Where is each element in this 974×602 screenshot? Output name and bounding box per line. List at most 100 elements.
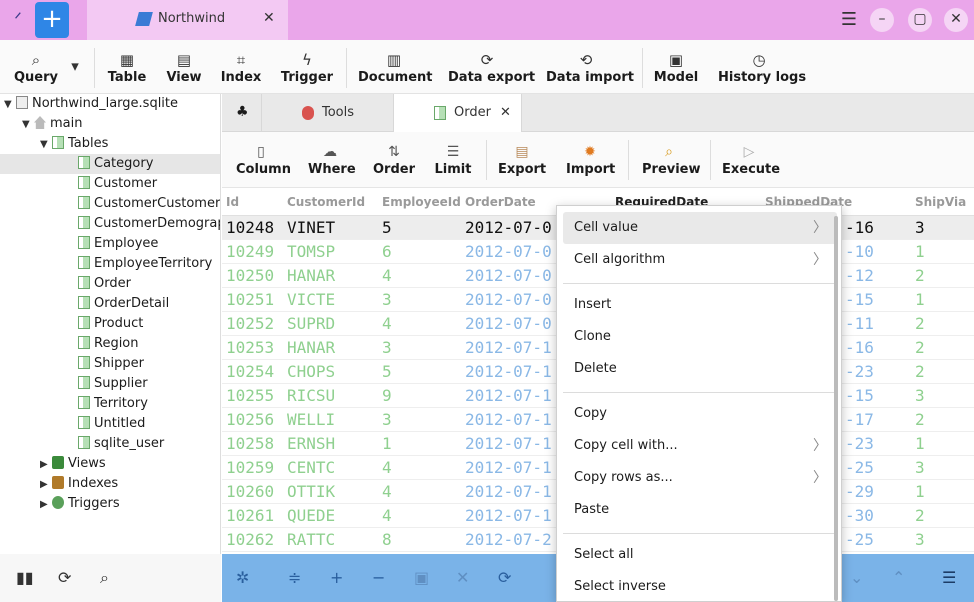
table-cell[interactable]: 4 xyxy=(382,458,392,477)
table-cell[interactable]: 3 xyxy=(382,410,392,429)
table-cell[interactable]: -25 xyxy=(845,458,874,477)
tree-node-table[interactable]: Shipper xyxy=(0,354,220,374)
stats-icon[interactable]: ▮▮ xyxy=(16,568,34,587)
table-cell[interactable]: CENTC xyxy=(287,458,335,477)
table-cell[interactable]: 2012-07-1 xyxy=(465,434,552,453)
trigger-button[interactable]: ϟ Trigger xyxy=(280,40,334,94)
table-cell[interactable]: -23 xyxy=(845,434,874,453)
table-cell[interactable]: 10262 xyxy=(226,530,274,549)
menu-item-cell-algorithm[interactable]: Cell algorithm 〉 xyxy=(563,244,837,276)
table-cell[interactable]: 3 xyxy=(382,290,392,309)
table-cell[interactable]: 2012-07-1 xyxy=(465,362,552,381)
table-cell[interactable]: 10256 xyxy=(226,410,274,429)
table-cell[interactable]: 5 xyxy=(382,218,392,237)
table-cell[interactable]: QUEDE xyxy=(287,506,335,525)
table-cell[interactable]: 2012-07-1 xyxy=(465,482,552,501)
tree-node-table[interactable]: Order xyxy=(0,274,220,294)
table-cell[interactable]: 2012-07-2 xyxy=(465,530,552,549)
refresh-icon[interactable]: ⟳ xyxy=(498,568,511,587)
data-import-button[interactable]: ⟲ Data import xyxy=(546,40,634,94)
table-cell[interactable]: -15 xyxy=(845,290,874,309)
table-cell[interactable]: 3 xyxy=(915,530,925,549)
menu-item-clone[interactable]: Clone xyxy=(563,321,837,353)
query-dropdown-button[interactable]: ▾ xyxy=(64,40,86,94)
table-cell[interactable]: 2 xyxy=(915,362,925,381)
table-button[interactable]: ▦ Table xyxy=(104,40,150,94)
table-cell[interactable]: 10253 xyxy=(226,338,274,357)
table-cell[interactable]: 2012-07-0 xyxy=(465,290,552,309)
tree-node-table[interactable]: Region xyxy=(0,334,220,354)
history-logs-button[interactable]: ◷ History logs xyxy=(718,40,806,94)
refresh-icon[interactable]: ⟳ xyxy=(58,568,71,587)
table-cell[interactable]: -29 xyxy=(845,482,874,501)
tree-node-table[interactable]: Category xyxy=(0,154,220,174)
tree-node-schema[interactable]: ▼ main xyxy=(22,114,82,134)
table-cell[interactable]: 2012-07-1 xyxy=(465,506,552,525)
table-cell[interactable]: 2012-07-0 xyxy=(465,314,552,333)
search-icon[interactable]: ⌕ xyxy=(100,568,109,588)
table-cell[interactable]: 2012-07-1 xyxy=(465,458,552,477)
data-export-button[interactable]: ⟳ Data export xyxy=(448,40,535,94)
chevron-up-icon[interactable]: ⌃ xyxy=(892,568,905,587)
menu-item-cell-value[interactable]: Cell value 〉 xyxy=(563,212,837,244)
column-header[interactable]: EmployeeId xyxy=(382,195,461,209)
table-cell[interactable]: 1 xyxy=(915,290,925,309)
table-cell[interactable]: -16 xyxy=(845,218,874,237)
expand-arrow-icon[interactable]: ▶ xyxy=(40,455,52,475)
tree-node-triggers[interactable]: ▶ Triggers xyxy=(40,494,120,514)
table-cell[interactable]: 10249 xyxy=(226,242,274,261)
table-cell[interactable]: ERNSH xyxy=(287,434,335,453)
table-cell[interactable]: TOMSP xyxy=(287,242,335,261)
model-button[interactable]: ▣ Model xyxy=(652,40,700,94)
table-cell[interactable]: 2012-07-0 xyxy=(465,242,552,261)
import-button[interactable]: ✹ Import xyxy=(566,132,615,188)
table-cell[interactable]: 6 xyxy=(382,242,392,261)
order-button[interactable]: ⇅ Order xyxy=(372,132,416,188)
remove-row-icon[interactable]: − xyxy=(372,568,385,587)
table-cell[interactable]: 2012-07-1 xyxy=(465,338,552,357)
table-cell[interactable]: RATTC xyxy=(287,530,335,549)
table-cell[interactable]: 2012-07-0 xyxy=(465,266,552,285)
table-cell[interactable]: 4 xyxy=(382,482,392,501)
table-cell[interactable]: -17 xyxy=(845,410,874,429)
table-cell[interactable]: VICTE xyxy=(287,290,335,309)
table-cell[interactable]: 2 xyxy=(915,266,925,285)
menu-icon[interactable]: ☰ xyxy=(942,568,956,587)
tab-order[interactable]: Order ✕ xyxy=(394,94,522,132)
tree-node-database[interactable]: ▼ Northwind_large.sqlite xyxy=(4,94,178,114)
table-cell[interactable]: 2 xyxy=(915,338,925,357)
table-cell[interactable]: 1 xyxy=(382,434,392,453)
expand-arrow-icon[interactable]: ▶ xyxy=(40,475,52,495)
window-tab-northwind[interactable]: Northwind ✕ xyxy=(87,0,288,40)
tree-node-tables[interactable]: ▼ Tables xyxy=(40,134,108,154)
tree-node-table[interactable]: sqlite_user xyxy=(0,434,220,454)
table-cell[interactable]: OTTIK xyxy=(287,482,335,501)
table-cell[interactable]: -10 xyxy=(845,242,874,261)
table-cell[interactable]: 4 xyxy=(382,506,392,525)
table-cell[interactable]: -12 xyxy=(845,266,874,285)
table-cell[interactable]: 2012-07-0 xyxy=(465,218,552,237)
table-cell[interactable]: 3 xyxy=(915,218,925,237)
discard-icon[interactable]: ✕ xyxy=(456,568,469,587)
expand-arrow-icon[interactable]: ▶ xyxy=(40,495,52,515)
table-cell[interactable]: -16 xyxy=(845,338,874,357)
table-cell[interactable]: -15 xyxy=(845,386,874,405)
menu-item-select-all[interactable]: Select all xyxy=(563,539,837,571)
table-cell[interactable]: 5 xyxy=(382,362,392,381)
table-cell[interactable]: HANAR xyxy=(287,338,335,357)
table-cell[interactable]: 10260 xyxy=(226,482,274,501)
column-header[interactable]: OrderDate xyxy=(465,195,536,209)
menu-item-select-inverse[interactable]: Select inverse xyxy=(563,571,837,602)
tree-node-indexes[interactable]: ▶ Indexes xyxy=(40,474,118,494)
table-cell[interactable]: 3 xyxy=(915,386,925,405)
table-cell[interactable]: 10259 xyxy=(226,458,274,477)
table-cell[interactable]: VINET xyxy=(287,218,335,237)
table-cell[interactable]: CHOPS xyxy=(287,362,335,381)
table-cell[interactable]: 2012-07-1 xyxy=(465,386,552,405)
table-cell[interactable]: 10252 xyxy=(226,314,274,333)
tree-node-table[interactable]: CustomerCustomerDemo xyxy=(0,194,220,214)
column-header[interactable]: ShipVia xyxy=(915,195,966,209)
add-row-icon[interactable]: + xyxy=(330,568,343,587)
menu-item-copy-rows-as[interactable]: Copy rows as... 〉 xyxy=(563,462,837,494)
table-cell[interactable]: 10250 xyxy=(226,266,274,285)
